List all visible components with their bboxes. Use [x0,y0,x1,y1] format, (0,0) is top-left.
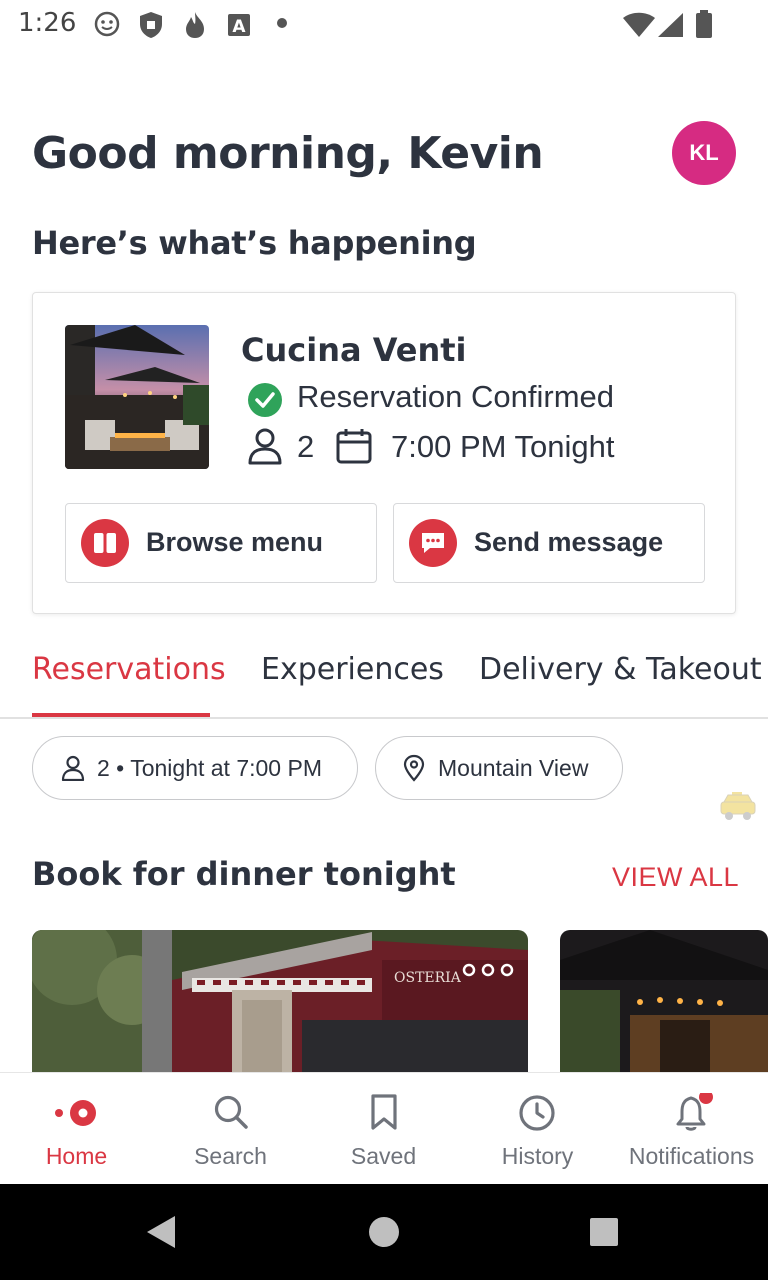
tab-delivery-takeout[interactable]: Delivery & Takeout [479,652,762,687]
restaurant-card-photo[interactable]: OSTERIA [32,930,528,1072]
person-icon [61,755,85,781]
svg-text:A: A [232,17,246,37]
taxi-icon [720,792,756,820]
recents-icon[interactable] [589,1217,619,1247]
calendar-icon [336,429,372,464]
nav-notifications[interactable]: Notifications [615,1073,768,1185]
nav-home[interactable]: Home [0,1073,153,1185]
nav-notifications-label: Notifications [628,1143,755,1169]
nav-home-label: Home [45,1143,108,1169]
party-size: 2 [297,429,315,464]
back-icon[interactable] [145,1214,177,1250]
status-time: 1:26 [18,8,77,38]
bottom-navigation: Home Search Saved History Notifications [0,1072,768,1185]
tab-divider [0,717,768,719]
section-title: Book for dinner tonight [32,855,456,893]
chat-bubble-icon [409,519,457,567]
restaurant-thumbnail[interactable] [65,325,209,469]
bookmark-icon [371,1094,397,1130]
send-message-button[interactable]: Send message [393,503,705,583]
bell-icon [676,1093,713,1131]
menu-book-icon [81,519,129,567]
browse-menu-button[interactable]: Browse menu [65,503,377,583]
reservation-status: Reservation Confirmed [297,379,615,414]
dot-icon [277,18,287,28]
flame-icon [186,12,204,38]
location-label: Mountain View [438,754,589,781]
person-icon [248,428,282,465]
svg-text:OSTERIA: OSTERIA [394,970,462,986]
location-pin-icon [403,754,425,782]
view-all-link[interactable]: VIEW ALL [612,862,739,893]
wifi-icon [623,12,655,37]
nav-history-label: History [501,1143,574,1169]
restaurant-card-photo-2[interactable] [560,930,768,1072]
nav-search[interactable]: Search [154,1073,307,1185]
happening-heading: Here’s what’s happening [32,224,477,262]
greeting-title: Good morning, Kevin [32,128,544,179]
signal-icon [658,13,683,37]
restaurant-name[interactable]: Cucina Venti [241,331,466,369]
reservation-time: 7:00 PM Tonight [391,429,615,464]
font-a-icon: A [228,14,250,37]
send-message-label: Send message [474,527,664,557]
tab-experiences[interactable]: Experiences [261,652,444,687]
search-icon [214,1095,248,1129]
clock-icon [519,1095,555,1131]
system-navigation-bar [0,1184,768,1280]
browse-menu-label: Browse menu [146,527,324,557]
reservation-card[interactable]: Cucina Venti Reservation Confirmed 2 7:0… [32,292,736,614]
tab-reservations[interactable]: Reservations [32,652,226,687]
nav-history[interactable]: History [461,1073,614,1185]
nav-saved[interactable]: Saved [307,1073,460,1185]
home-button-icon[interactable] [368,1216,400,1248]
battery-icon [696,10,712,38]
home-icon [55,1100,96,1126]
more-options-icon[interactable] [460,962,516,978]
waze-icon [94,11,120,37]
nav-saved-label: Saved [350,1143,417,1169]
shield-icon [140,12,162,38]
avatar[interactable]: KL [672,121,736,185]
party-time-chip[interactable]: 2 • Tonight at 7:00 PM [32,736,358,800]
status-bar: 1:26 A [0,0,768,50]
check-circle-icon [248,383,282,417]
location-chip[interactable]: Mountain View [375,736,623,800]
party-time-label: 2 • Tonight at 7:00 PM [97,754,322,781]
nav-search-label: Search [194,1143,267,1169]
